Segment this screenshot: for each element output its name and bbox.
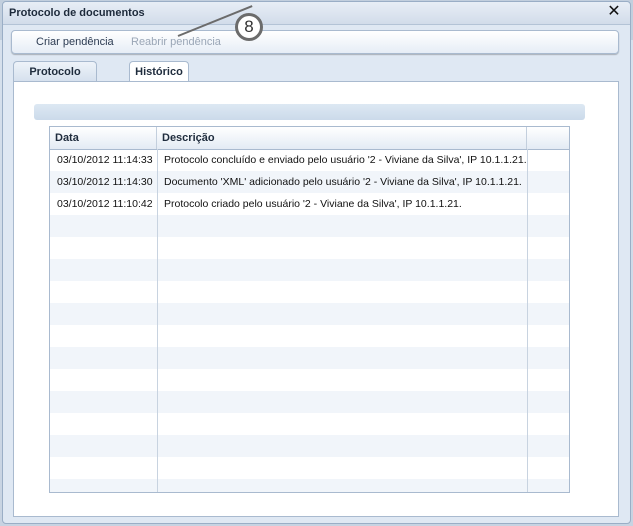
column-divider (527, 149, 528, 492)
empty-row (50, 325, 569, 347)
history-grid: Data Descrição 03/10/2012 11:14:33 Proto… (49, 126, 570, 493)
empty-row (50, 347, 569, 369)
empty-row (50, 369, 569, 391)
empty-row (50, 435, 569, 457)
table-row[interactable]: 03/10/2012 11:14:33 Protocolo concluído … (50, 149, 569, 171)
column-header-spacer (527, 127, 569, 149)
grid-header: Data Descrição (50, 127, 569, 150)
dialog-titlebar: Protocolo de documentos ✕ (3, 2, 630, 25)
row-description: Protocolo concluído e enviado pelo usuár… (164, 154, 527, 166)
dialog-title: Protocolo de documentos (9, 7, 145, 19)
row-description: Documento 'XML' adicionado pelo usuário … (164, 176, 522, 188)
row-date: 03/10/2012 11:14:33 (57, 154, 153, 166)
empty-row (50, 413, 569, 435)
row-date: 03/10/2012 11:10:42 (57, 198, 153, 210)
empty-row (50, 303, 569, 325)
close-icon[interactable]: ✕ (606, 4, 622, 20)
toolbar: Criar pendência Reabrir pendência (11, 30, 619, 54)
table-row[interactable]: 03/10/2012 11:14:30 Documento 'XML' adic… (50, 171, 569, 193)
empty-row (50, 457, 569, 479)
table-row[interactable]: 03/10/2012 11:10:42 Protocolo criado pel… (50, 193, 569, 215)
empty-row (50, 281, 569, 303)
panel-header-bar (34, 104, 585, 120)
column-header-descricao[interactable]: Descrição (157, 127, 527, 149)
empty-row (50, 479, 569, 492)
empty-row (50, 215, 569, 237)
column-divider (157, 149, 158, 492)
row-description: Protocolo criado pelo usuário '2 - Vivia… (164, 198, 462, 210)
tab-protocolo[interactable]: Protocolo (13, 61, 97, 81)
column-header-data[interactable]: Data (50, 127, 157, 149)
row-date: 03/10/2012 11:14:30 (57, 176, 153, 188)
empty-row (50, 391, 569, 413)
history-panel: Data Descrição 03/10/2012 11:14:33 Proto… (13, 81, 619, 517)
tab-historico[interactable]: Histórico (129, 61, 189, 82)
reopen-pending-button[interactable]: Reabrir pendência (131, 36, 221, 48)
protocol-dialog: Protocolo de documentos ✕ Criar pendênci… (2, 1, 631, 524)
callout-badge: 8 (235, 13, 263, 41)
create-pending-button[interactable]: Criar pendência (36, 36, 114, 48)
empty-row (50, 259, 569, 281)
empty-row (50, 237, 569, 259)
